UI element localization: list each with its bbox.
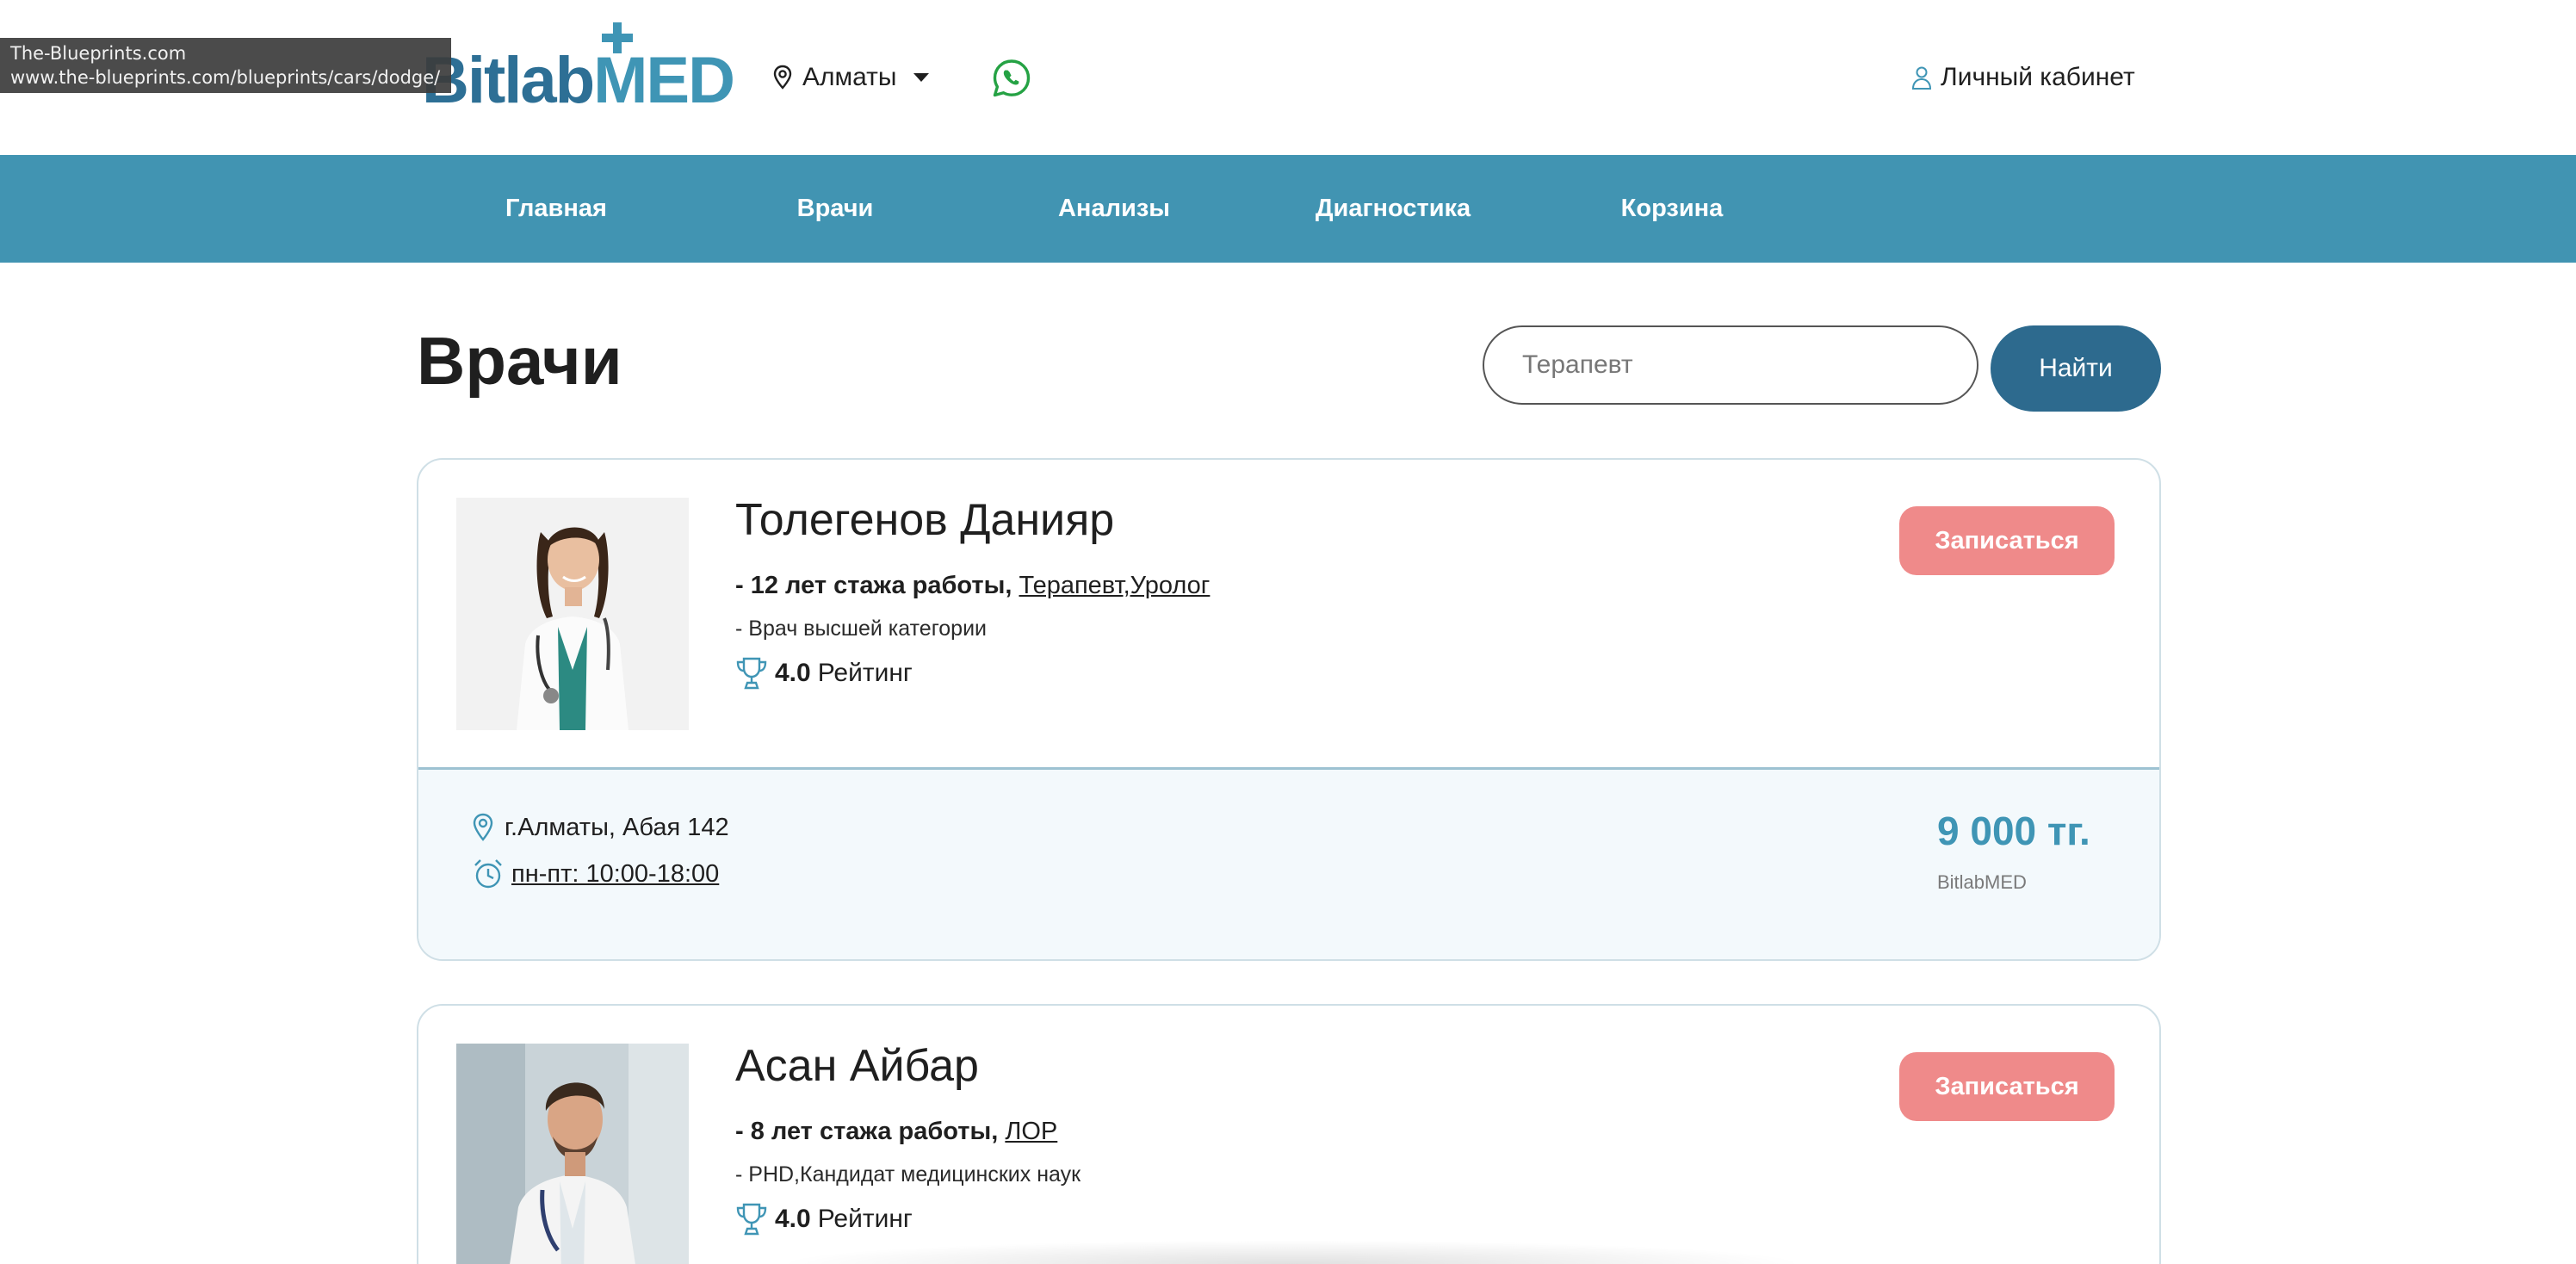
doctor-address: г.Алматы, Абая 142 (472, 813, 729, 842)
logo[interactable]: Bitlab MED (422, 22, 735, 114)
doctor-card-footer: г.Алматы, Абая 142 пн-пт: 10:00-18:00 9 … (418, 770, 2159, 959)
user-icon (1911, 66, 1932, 90)
doctor-experience: - 12 лет стажа работы, Терапевт,Уролог (735, 572, 1210, 600)
nav-item-doctors[interactable]: Врачи (696, 155, 975, 263)
nav-item-cart[interactable]: Корзина (1533, 155, 1811, 263)
rating-label: Рейтинг (817, 1205, 913, 1233)
book-appointment-button[interactable]: Записаться (1899, 1052, 2115, 1121)
doctor-category: - Врач высшей категории (735, 617, 988, 641)
alarm-clock-icon (474, 859, 502, 889)
doctor-specialties-link[interactable]: ЛОР (1005, 1118, 1057, 1145)
rating-value: 4.0 (775, 1205, 811, 1233)
logo-text-med-label: MED (593, 44, 735, 117)
clinic-name: BitlabMED (1937, 871, 2027, 893)
doctor-specialties-link[interactable]: Терапевт,Уролог (1019, 572, 1210, 599)
doctor-name: Толегенов Данияр (735, 495, 1115, 545)
rating-label: Рейтинг (817, 659, 913, 687)
working-hours-link[interactable]: пн-пт: 10:00-18:00 (472, 858, 719, 890)
account-link[interactable]: Личный кабинет (1911, 60, 2135, 95)
hours-text: пн-пт: 10:00-18:00 (511, 859, 720, 888)
doctor-photo (456, 498, 689, 730)
nav-item-home[interactable]: Главная (417, 155, 696, 263)
city-name: Алматы (802, 63, 897, 91)
page-title: Врачи (417, 323, 622, 399)
doctor-experience-years: - 8 лет стажа работы, (735, 1118, 999, 1145)
main-navbar: Главная Врачи Анализы Диагностика Корзин… (0, 155, 2576, 263)
nav-item-diagnostics[interactable]: Диагностика (1254, 155, 1533, 263)
address-text: г.Алматы, Абая 142 (505, 813, 729, 841)
medical-cross-icon (602, 22, 634, 53)
doctor-card: Толегенов Данияр - 12 лет стажа работы, … (417, 458, 2161, 961)
doctor-card-header: Асан Айбар - 8 лет стажа работы, ЛОР - P… (418, 1006, 2159, 1264)
account-label: Личный кабинет (1941, 63, 2135, 91)
price: 9 000 тг. (1937, 809, 2090, 853)
map-pin-icon (473, 813, 493, 841)
chevron-down-icon (913, 73, 930, 82)
logo-text-med: MED (593, 22, 735, 114)
nav-item-analyses[interactable]: Анализы (975, 155, 1254, 263)
doctor-experience: - 8 лет стажа работы, ЛОР (735, 1118, 1057, 1146)
trophy-icon (736, 657, 767, 690)
doctor-category: - PHD,Кандидат медицинских наук (735, 1162, 1081, 1187)
tooltip-url: www.the-blueprints.com/blueprints/cars/d… (10, 67, 441, 88)
city-selector[interactable]: Алматы (771, 59, 930, 96)
doctor-experience-years: - 12 лет стажа работы, (735, 572, 1012, 599)
map-pin-icon (773, 65, 792, 90)
doctor-card: Асан Айбар - 8 лет стажа работы, ЛОР - P… (417, 1004, 2161, 1264)
search-button[interactable]: Найти (1991, 325, 2161, 412)
tooltip-title: The-Blueprints.com (10, 43, 187, 64)
trophy-icon (736, 1203, 767, 1236)
scroll-shadow (775, 1240, 1808, 1264)
rating-value: 4.0 (775, 659, 811, 687)
doctor-rating: 4.0 Рейтинг (735, 656, 913, 691)
doctor-card-header: Толегенов Данияр - 12 лет стажа работы, … (418, 460, 2159, 770)
doctor-rating: 4.0 Рейтинг (735, 1202, 913, 1236)
doctor-photo (456, 1044, 689, 1264)
doctor-name: Асан Айбар (735, 1041, 979, 1091)
whatsapp-icon[interactable] (992, 59, 1031, 98)
book-appointment-button[interactable]: Записаться (1899, 506, 2115, 575)
link-tooltip: The-Blueprints.com www.the-blueprints.co… (0, 38, 451, 93)
search-input[interactable] (1483, 325, 1978, 405)
